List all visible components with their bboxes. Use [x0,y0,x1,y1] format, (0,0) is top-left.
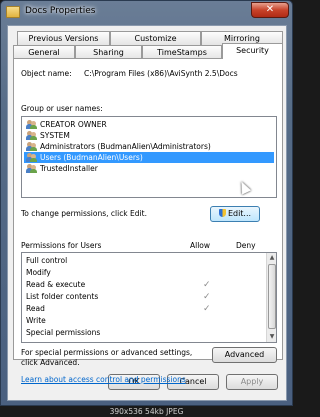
security-panel: Object name: C:\Program Files (x86)\AviS… [13,58,283,384]
users-icon [26,153,37,162]
permission-row: List folder contents ✓ [26,291,258,303]
list-item[interactable]: TrustedInstaller [24,163,274,174]
permission-name: Full control [26,256,68,265]
list-item[interactable]: Administrators (BudmanAlien\Administrato… [24,141,274,152]
list-item-selected[interactable]: Users (BudmanAlien\Users) [24,152,274,163]
allow-check-icon: ✓ [203,304,211,314]
edit-button-label: Edit... [227,209,252,218]
tab-label: Previous Versions [28,34,99,43]
permission-row: Special permissions [26,327,258,339]
allow-header: Allow [190,241,211,250]
allow-check-icon: ✓ [203,292,211,302]
tab-label: General [28,48,60,57]
list-item-label: SYSTEM [40,131,70,140]
permission-row: Read & execute ✓ [26,279,258,291]
tab-security[interactable]: Security [222,43,283,59]
learn-permissions-link[interactable]: Learn about access control and permissio… [21,375,186,384]
scroll-down-icon[interactable]: ▼ [267,332,276,342]
permission-row: Read ✓ [26,303,258,315]
permission-name: Write [26,316,46,325]
permission-name: Modify [26,268,51,277]
scroll-thumb[interactable] [268,264,276,329]
permission-name: Read & execute [26,280,86,289]
permissions-list[interactable]: Full control Modify Read & execute ✓ Lis… [21,252,277,343]
uac-shield-icon [218,209,226,217]
permission-row: Write [26,315,258,327]
groups-label: Group or user names: [21,104,103,113]
permissions-for-label: Permissions for Users [21,241,102,250]
properties-window: Docs Properties ✕ Previous Versions Cust… [0,0,293,406]
object-name-label: Object name: [21,69,72,78]
deny-header: Deny [236,241,256,250]
edit-button[interactable]: Edit... [210,206,260,222]
permission-name: Special permissions [26,328,101,337]
tab-general[interactable]: General [13,45,75,59]
window-title: Docs Properties [25,6,96,16]
tab-label: Mirroring [224,34,260,43]
advanced-button[interactable]: Advanced [212,347,277,363]
list-item[interactable]: SYSTEM [24,130,274,141]
dialog-client: Previous Versions Customize Mirroring Ge… [7,25,287,401]
permission-row: Modify [26,267,258,279]
list-item[interactable]: CREATOR OWNER [24,119,274,130]
list-item-label: Users (BudmanAlien\Users) [40,153,143,162]
allow-check-icon: ✓ [203,280,211,290]
tab-timestamps[interactable]: TimeStamps [142,45,222,59]
list-item-label: TrustedInstaller [40,164,98,173]
advanced-text-line1: For special permissions or advanced sett… [21,348,193,357]
tab-label: Customize [134,34,177,43]
users-icon [26,164,37,173]
object-name-value: C:\Program Files (x86)\AviSynth 2.5\Docs [84,69,238,78]
image-caption: 390x536 54kb JPEG [0,406,293,417]
permissions-scrollbar[interactable]: ▲ ▼ [266,253,276,342]
apply-button[interactable]: Apply [226,374,278,390]
users-icon [26,131,37,140]
users-icon [26,120,37,129]
tab-label: Security [236,46,269,55]
tab-sharing[interactable]: Sharing [75,45,142,59]
users-icon [26,142,37,151]
advanced-text-line2: click Advanced. [21,358,80,367]
permission-name: Read [26,304,45,313]
list-item-label: Administrators (BudmanAlien\Administrato… [40,142,211,151]
scroll-up-icon[interactable]: ▲ [267,253,276,263]
permission-row: Full control [26,255,258,267]
close-button[interactable]: ✕ [251,2,289,18]
change-permissions-text: To change permissions, click Edit. [21,209,147,218]
tab-label: TimeStamps [157,48,207,57]
list-item-label: CREATOR OWNER [40,120,107,129]
tab-label: Sharing [93,48,124,57]
folder-icon [6,6,20,18]
permission-name: List folder contents [26,292,99,301]
tab-previous-versions[interactable]: Previous Versions [17,31,110,45]
title-bar[interactable]: Docs Properties ✕ [1,1,292,25]
tab-customize[interactable]: Customize [110,31,201,45]
